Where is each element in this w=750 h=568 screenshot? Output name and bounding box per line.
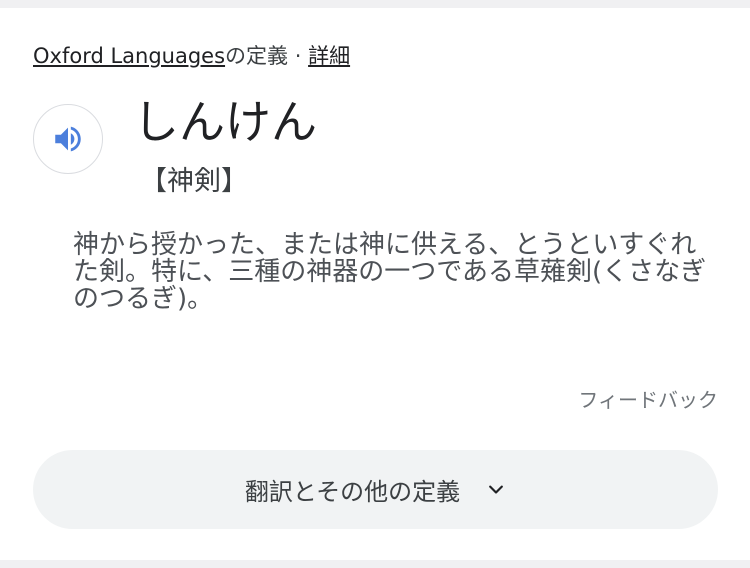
source-suffix: の定義 bbox=[225, 44, 289, 68]
pronunciation-button[interactable] bbox=[33, 104, 103, 174]
definition-text: 神から授かった、または神に供える、とうといすぐれた剣。特に、三種の神器の一つであ… bbox=[73, 230, 707, 314]
source-separator: · bbox=[288, 44, 309, 68]
headword-kanji: 【神剣】 bbox=[140, 166, 248, 197]
translations-and-more-label: 翻訳とその他の定義 bbox=[244, 478, 461, 506]
oxford-languages-link[interactable]: Oxford Languages bbox=[33, 44, 225, 68]
dictionary-card: Oxford Languagesの定義 · 詳細 しんけん 【神剣】 神から授か… bbox=[0, 8, 750, 560]
chevron-down-icon bbox=[486, 480, 506, 500]
translations-and-more-button[interactable]: 翻訳とその他の定義 bbox=[33, 450, 718, 529]
feedback-link[interactable]: フィードバック bbox=[578, 386, 718, 414]
source-attribution: Oxford Languagesの定義 · 詳細 bbox=[33, 42, 350, 70]
volume-icon bbox=[55, 126, 81, 152]
details-link[interactable]: 詳細 bbox=[308, 44, 350, 68]
headword-reading: しんけん bbox=[133, 95, 317, 149]
